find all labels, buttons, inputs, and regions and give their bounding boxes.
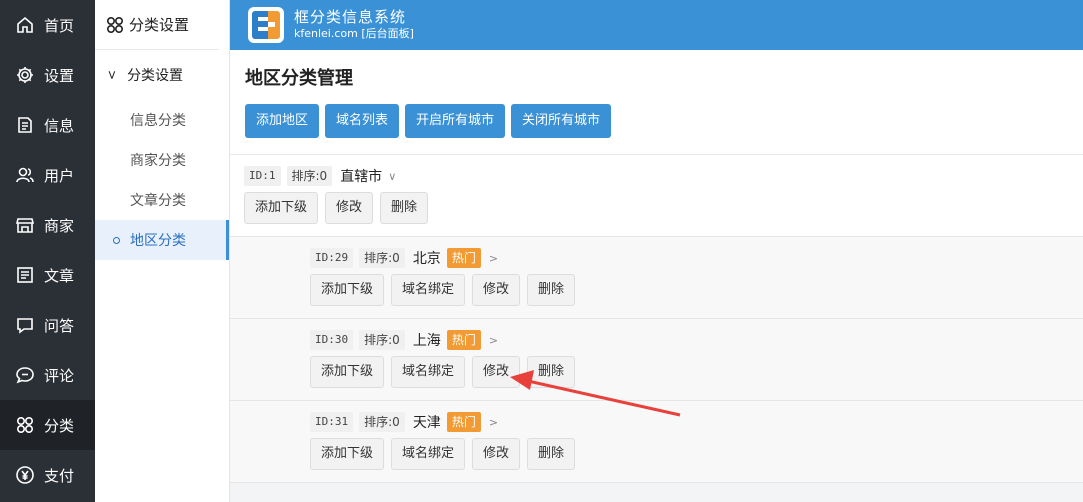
sub-item-label: 文章分类 (130, 193, 186, 209)
bind-domain-button[interactable]: 域名绑定 (391, 438, 466, 470)
region-row: ID:30 排序:0 上海 热门 > 添加下级 域名绑定 修改 删除 (230, 319, 1083, 401)
id-badge: ID:30 (310, 330, 354, 350)
category-icon (106, 16, 124, 33)
sort-badge: 排序:0 (359, 330, 405, 350)
sub-item-label: 商家分类 (130, 153, 186, 169)
sub-item-label: 地区分类 (130, 233, 186, 249)
app-title: 框分类信息系统 (294, 8, 407, 26)
delete-button[interactable]: 删除 (527, 438, 576, 470)
add-child-button[interactable]: 添加下级 (310, 274, 385, 306)
brand: 框分类信息系统 kfenlei.com [后台面板] (294, 8, 414, 42)
main-content: 地区分类管理 添加地区 域名列表 开启所有城市 关闭所有城市 ID:1 排序:0 直辖… (230, 50, 1083, 502)
gear-icon (14, 64, 36, 86)
chevron-right-icon[interactable]: > (489, 252, 498, 265)
top-header: 框分类信息系统 kfenlei.com [后台面板] (230, 0, 1083, 50)
region-name: 直辖市 (340, 169, 383, 185)
edit-button[interactable]: 修改 (472, 356, 521, 388)
toolbar: 地区分类管理 添加地区 域名列表 开启所有城市 关闭所有城市 (230, 50, 1083, 155)
chevron-down-icon[interactable]: ∨ (388, 170, 396, 183)
domain-list-button[interactable]: 域名列表 (325, 104, 400, 138)
sub-item-merchant-category[interactable]: 商家分类 (95, 140, 229, 180)
nav-item-users[interactable]: 用户 (0, 150, 95, 200)
sub-menu-group-label: 分类设置 (127, 68, 184, 84)
edit-button[interactable]: 修改 (472, 438, 521, 470)
chevron-down-icon: > (105, 69, 120, 81)
nav-label: 支付 (44, 466, 75, 485)
home-icon (14, 14, 36, 36)
nav-label: 商家 (44, 216, 75, 235)
delete-button[interactable]: 删除 (380, 192, 429, 224)
nav-label: 分类 (44, 416, 75, 435)
sub-menu-title: 分类设置 (95, 0, 219, 50)
logo-icon (248, 7, 284, 43)
sub-menu: 分类设置 > 分类设置 信息分类 商家分类 文章分类 地区分类 (95, 0, 230, 502)
hot-badge: 热门 (446, 412, 481, 432)
hot-badge: 热门 (446, 248, 481, 268)
comment-icon (14, 364, 36, 386)
id-badge: ID:1 (244, 166, 281, 186)
region-row: ID:1 排序:0 直辖市 ∨ 添加下级 修改 删除 (230, 155, 1083, 237)
sub-menu-group[interactable]: > 分类设置 (95, 50, 229, 100)
nav-item-comment[interactable]: 评论 (0, 350, 95, 400)
chevron-right-icon[interactable]: > (489, 416, 498, 429)
article-icon (14, 264, 36, 286)
sort-badge: 排序:0 (359, 248, 405, 268)
chat-icon (14, 314, 36, 336)
nav-label: 评论 (44, 366, 75, 385)
region-name: 天津 (412, 415, 441, 431)
circle-icon (113, 236, 120, 244)
sub-menu-title-text: 分类设置 (129, 16, 190, 34)
yen-icon (14, 464, 36, 486)
sub-item-info-category[interactable]: 信息分类 (95, 100, 229, 140)
region-row: ID:29 排序:0 北京 热门 > 添加下级 域名绑定 修改 删除 (230, 237, 1083, 319)
store-icon (14, 214, 36, 236)
main-nav: 首页 设置 信息 用户 商家 文章 问答 评论 分类 支付 (0, 0, 95, 502)
nav-item-home[interactable]: 首页 (0, 0, 95, 50)
add-region-button[interactable]: 添加地区 (245, 104, 320, 138)
add-child-button[interactable]: 添加下级 (244, 192, 319, 224)
bind-domain-button[interactable]: 域名绑定 (391, 356, 466, 388)
region-name: 北京 (412, 251, 441, 267)
sub-item-region-category[interactable]: 地区分类 (95, 220, 229, 260)
chevron-right-icon[interactable]: > (489, 334, 498, 347)
edit-button[interactable]: 修改 (472, 274, 521, 306)
hot-badge: 热门 (446, 330, 481, 350)
nav-item-article[interactable]: 文章 (0, 250, 95, 300)
nav-item-payment[interactable]: 支付 (0, 450, 95, 500)
nav-item-settings[interactable]: 设置 (0, 50, 95, 100)
users-icon (14, 164, 36, 186)
edit-button[interactable]: 修改 (325, 192, 374, 224)
bind-domain-button[interactable]: 域名绑定 (391, 274, 466, 306)
sub-item-article-category[interactable]: 文章分类 (95, 180, 229, 220)
document-icon (14, 114, 36, 136)
nav-label: 用户 (44, 166, 75, 185)
delete-button[interactable]: 删除 (527, 274, 576, 306)
add-child-button[interactable]: 添加下级 (310, 356, 385, 388)
sort-badge: 排序:0 (359, 412, 405, 432)
category-icon (14, 414, 36, 436)
nav-label: 首页 (44, 16, 75, 35)
nav-item-info[interactable]: 信息 (0, 100, 95, 150)
sort-badge: 排序:0 (286, 166, 333, 186)
nav-item-category[interactable]: 分类 (0, 400, 95, 450)
enable-all-cities-button[interactable]: 开启所有城市 (405, 104, 506, 138)
region-row: ID:31 排序:0 天津 热门 > 添加下级 域名绑定 修改 删除 (230, 401, 1083, 483)
nav-item-qa[interactable]: 问答 (0, 300, 95, 350)
delete-button[interactable]: 删除 (527, 356, 576, 388)
app-subtitle: kfenlei.com [后台面板] (294, 27, 414, 40)
disable-all-cities-button[interactable]: 关闭所有城市 (511, 104, 612, 138)
nav-item-merchant[interactable]: 商家 (0, 200, 95, 250)
region-name: 上海 (412, 333, 441, 349)
sub-item-label: 信息分类 (130, 113, 186, 129)
id-badge: ID:31 (310, 412, 354, 432)
nav-label: 文章 (44, 266, 75, 285)
nav-label: 信息 (44, 116, 75, 135)
id-badge: ID:29 (310, 248, 354, 268)
add-child-button[interactable]: 添加下级 (310, 438, 385, 470)
nav-label: 设置 (44, 66, 75, 85)
page-title: 地区分类管理 (245, 68, 353, 89)
nav-label: 问答 (44, 316, 75, 335)
